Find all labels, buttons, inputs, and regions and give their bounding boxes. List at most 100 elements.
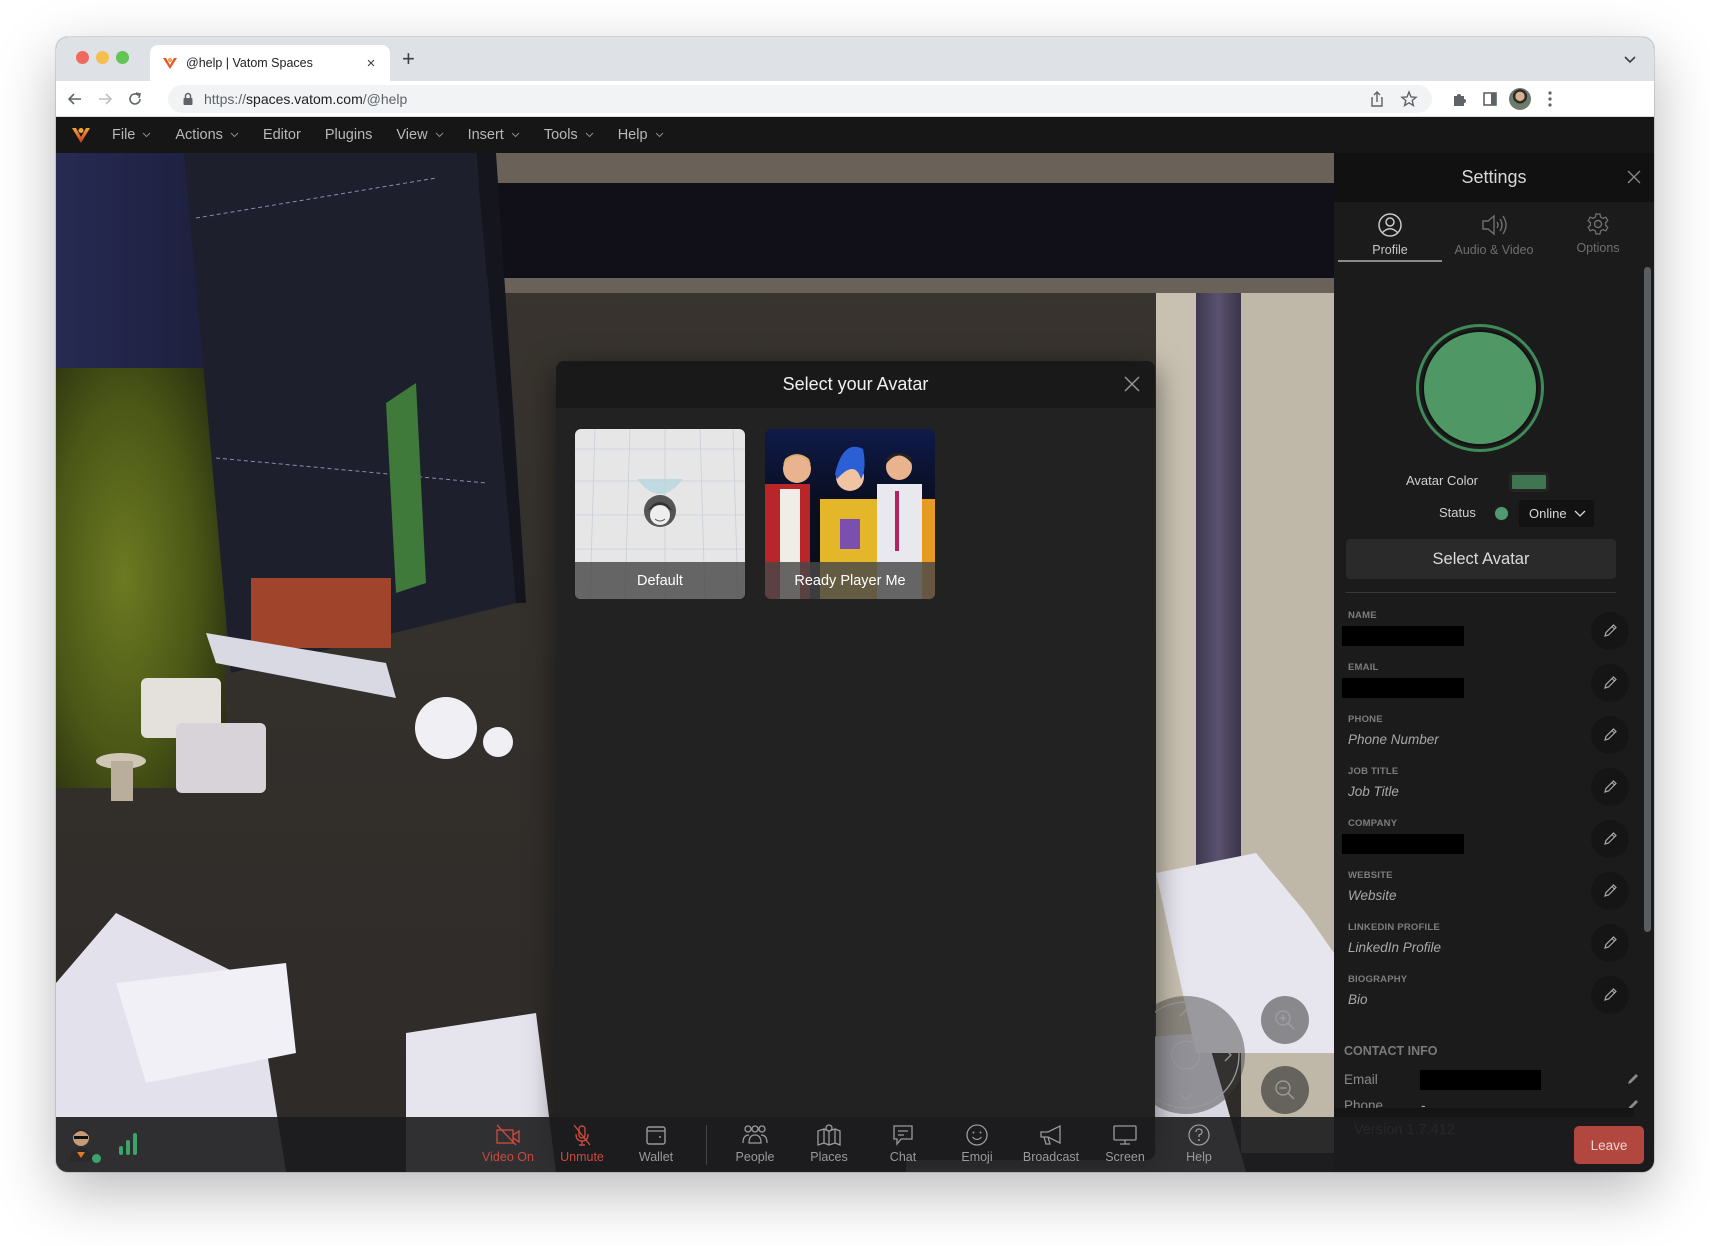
edit-name-button[interactable] — [1591, 612, 1629, 650]
field-phone: PHONE Phone Number — [1346, 714, 1629, 764]
tab-profile[interactable]: Profile — [1338, 202, 1442, 266]
edit-biography-button[interactable] — [1591, 976, 1629, 1014]
tab-title: @help | Vatom Spaces — [186, 56, 313, 70]
more-vertical-icon — [1548, 91, 1552, 107]
wallet-button[interactable]: Wallet — [624, 1123, 688, 1164]
zoom-in-button[interactable] — [1261, 996, 1309, 1044]
help-label: Help — [1186, 1150, 1212, 1164]
zoom-in-icon — [1275, 1010, 1295, 1030]
avatar-color-label: Avatar Color — [1406, 473, 1479, 488]
new-tab-button[interactable]: + — [402, 48, 415, 70]
field-label: LINKEDIN PROFILE — [1348, 922, 1440, 933]
signal-strength-icon[interactable] — [118, 1132, 138, 1156]
avatar-option-label: Default — [575, 562, 745, 599]
browser-menu-button[interactable] — [1538, 87, 1562, 111]
edit-website-button[interactable] — [1591, 872, 1629, 910]
chat-button[interactable]: Chat — [871, 1123, 935, 1164]
avatar-color-picker[interactable] — [1509, 472, 1549, 492]
settings-panel: Settings Profile Audio & Video Options A… — [1334, 153, 1654, 1154]
edit-job-title-button[interactable] — [1591, 768, 1629, 806]
contact-label: Email — [1344, 1072, 1378, 1087]
browser-tab-active[interactable]: @help | Vatom Spaces × — [150, 45, 390, 81]
close-icon[interactable] — [1626, 169, 1642, 185]
field-label: WEBSITE — [1348, 870, 1393, 881]
browser-window: @help | Vatom Spaces × + https://spaces.… — [56, 37, 1654, 1172]
address-bar[interactable]: https://spaces.vatom.com/@help — [168, 85, 1432, 113]
screen-share-label: Screen — [1105, 1150, 1145, 1164]
menu-actions[interactable]: Actions — [175, 127, 239, 143]
pencil-icon — [1604, 884, 1617, 897]
3d-viewport[interactable]: Select your Avatar Default Ready Player … — [56, 153, 1334, 1172]
select-avatar-button[interactable]: Select Avatar — [1346, 539, 1616, 579]
share-icon[interactable] — [1368, 90, 1386, 108]
pencil-icon[interactable] — [1626, 1072, 1640, 1086]
menu-help[interactable]: Help — [618, 127, 664, 143]
avatar-option-default[interactable]: Default — [575, 429, 745, 599]
edit-email-button[interactable] — [1591, 664, 1629, 702]
mute-toggle-button[interactable]: Unmute — [550, 1123, 614, 1164]
online-status-dot — [92, 1154, 101, 1163]
maximize-window-button[interactable] — [116, 51, 129, 64]
self-avatar[interactable] — [68, 1128, 94, 1162]
broadcast-label: Broadcast — [1022, 1150, 1080, 1164]
tab-audio-video[interactable]: Audio & Video — [1442, 202, 1546, 266]
reload-button[interactable] — [124, 88, 146, 110]
screen-share-button[interactable]: Screen — [1093, 1123, 1157, 1164]
edit-company-button[interactable] — [1591, 820, 1629, 858]
side-panel-button[interactable] — [1478, 87, 1502, 111]
pencil-icon — [1604, 936, 1617, 949]
avatar-option-ready-player-me[interactable]: Ready Player Me — [765, 429, 935, 599]
avatar-color-row: Avatar Color — [1334, 468, 1654, 498]
profile-button[interactable] — [1508, 87, 1532, 111]
people-button[interactable]: People — [723, 1123, 787, 1164]
close-window-button[interactable] — [76, 51, 89, 64]
field-value: LinkedIn Profile — [1348, 940, 1442, 955]
megaphone-icon — [1040, 1124, 1061, 1145]
emoji-button[interactable]: Emoji — [945, 1123, 1009, 1164]
forward-button[interactable] — [94, 88, 116, 110]
redacted-value — [1342, 678, 1464, 698]
pencil-icon — [1604, 676, 1617, 689]
mic-off-icon — [573, 1124, 591, 1146]
broadcast-button[interactable]: Broadcast — [1019, 1123, 1083, 1164]
bookmark-star-icon[interactable] — [1400, 90, 1418, 108]
menu-help-label: Help — [617, 127, 648, 143]
pencil-icon — [1604, 780, 1617, 793]
app-menu-bar: File Actions Editor Plugins View Insert … — [56, 117, 1654, 153]
chevron-down-icon — [143, 132, 151, 138]
arrow-right-icon — [99, 93, 113, 105]
tab-options[interactable]: Options — [1546, 202, 1650, 266]
menu-tools[interactable]: Tools — [544, 127, 594, 143]
field-label: BIOGRAPHY — [1348, 974, 1408, 985]
pencil-icon — [1604, 624, 1617, 637]
menu-insert[interactable]: Insert — [468, 127, 520, 143]
status-dropdown[interactable]: Online — [1519, 500, 1594, 527]
redacted-value — [1342, 834, 1464, 854]
menu-view[interactable]: View — [396, 127, 443, 143]
back-button[interactable] — [64, 88, 86, 110]
settings-title: Settings — [1461, 167, 1527, 187]
edit-linkedin-button[interactable] — [1591, 924, 1629, 962]
help-button[interactable]: Help — [1167, 1123, 1231, 1164]
menu-editor-label: Editor — [262, 127, 301, 143]
wallet-label: Wallet — [638, 1150, 674, 1164]
places-button[interactable]: Places — [797, 1123, 861, 1164]
menu-file[interactable]: File — [112, 127, 151, 143]
video-toggle-button[interactable]: Video On — [476, 1123, 540, 1164]
leave-button[interactable]: Leave — [1574, 1126, 1644, 1164]
menu-editor[interactable]: Editor — [263, 127, 301, 143]
settings-scrollbar[interactable] — [1644, 267, 1651, 932]
tab-search-chevron-icon[interactable] — [1622, 51, 1638, 67]
contact-email-row: Email — [1344, 1070, 1638, 1092]
chat-label: Chat — [889, 1150, 917, 1164]
zoom-out-button[interactable] — [1261, 1066, 1309, 1114]
edit-phone-button[interactable] — [1591, 716, 1629, 754]
tab-close-icon[interactable]: × — [362, 55, 380, 72]
minimize-window-button[interactable] — [96, 51, 109, 64]
extensions-button[interactable] — [1448, 87, 1472, 111]
video-off-icon — [496, 1124, 520, 1146]
close-icon[interactable] — [1123, 375, 1141, 393]
vatom-logo-icon[interactable] — [70, 124, 92, 146]
mute-toggle-label: Unmute — [560, 1150, 604, 1164]
menu-plugins[interactable]: Plugins — [325, 127, 373, 143]
